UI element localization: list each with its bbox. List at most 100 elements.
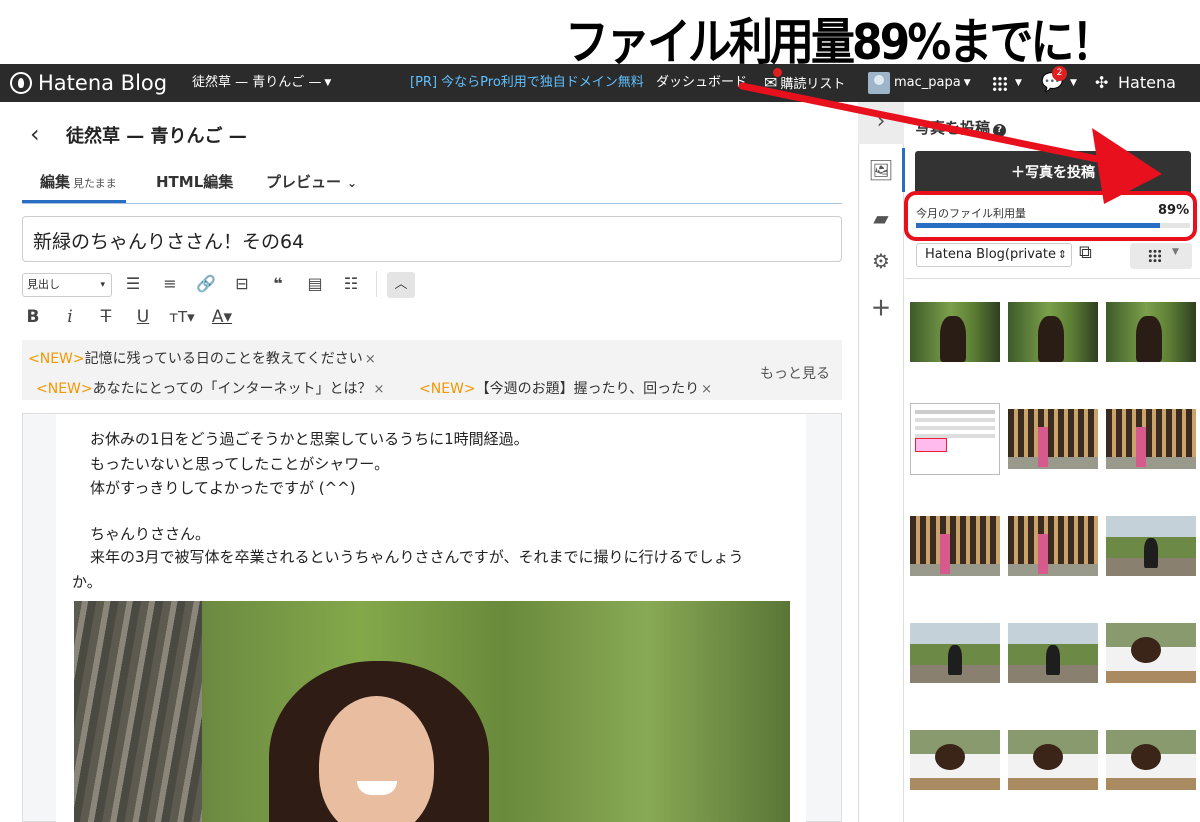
photo-thumbnail[interactable] (1106, 730, 1196, 790)
table-of-contents-icon[interactable]: ▤ (302, 272, 328, 296)
tab-edit[interactable]: 編集 見たまま (40, 171, 117, 192)
panel-divider (905, 278, 1200, 279)
tab-html[interactable]: HTML編集 (156, 171, 233, 192)
hatena-link[interactable]: Hatena (1118, 64, 1176, 102)
reading-list-label: 購読リスト (780, 77, 846, 92)
body-paragraph[interactable]: 来年の3月で被写体を卒業されるというちゃんりささんですが、それまでに撮りに行ける… (90, 546, 744, 567)
tab-preview[interactable]: プレビュー ⌄ (266, 171, 357, 192)
more-topics-link[interactable]: もっと見る (760, 363, 830, 383)
topic-new-badge: <NEW> (28, 351, 85, 367)
heading-select[interactable]: 見出し (22, 273, 112, 297)
link-icon[interactable]: 🔗 (193, 272, 219, 296)
collapse-toolbar-button[interactable]: ︿ (387, 272, 415, 298)
body-paragraph[interactable]: もったいないと思ってしたことがシャワー。 (90, 453, 389, 474)
photo-thumbnail[interactable] (1008, 409, 1098, 469)
annotation-highlight-box (904, 191, 1197, 241)
photo-thumbnail[interactable] (910, 623, 1000, 683)
upload-photo-button[interactable]: ＋写真を投稿 (915, 151, 1191, 195)
text-color-icon[interactable]: A▾ (206, 305, 238, 329)
body-paragraph[interactable]: お休みの1日をどう過ごそうかと思案しているうちに1時間経過。 (90, 428, 529, 449)
body-paragraph[interactable]: ちゃんりささん。 (90, 523, 210, 544)
notification-caret-icon[interactable]: ▼ (1067, 64, 1077, 102)
back-button[interactable]: ‹ (30, 120, 40, 148)
top-navbar: Hatena Blog 徒然草 — 青りんご — ▼ [PR] 今ならPro利用で… (0, 64, 1200, 102)
annotation-headline: ファイル利用量89%までに！ (565, 14, 1115, 72)
topic-item[interactable]: <NEW>記憶に残っている日のことを教えてください × (28, 348, 376, 368)
gear-icon[interactable]: ⚙ (858, 249, 904, 273)
photo-thumbnail[interactable] (910, 730, 1000, 790)
promo-link[interactable]: [PR] 今ならPro利用で独自ドメイン無料 (410, 64, 644, 102)
photo-thumbnail[interactable] (1008, 516, 1098, 576)
folder-icon[interactable]: ▰ (858, 206, 904, 230)
font-size-icon[interactable]: ᴛT▾ (166, 305, 198, 329)
dashboard-link[interactable]: ダッシュボード (656, 64, 747, 102)
collapse-sidebar-button[interactable]: › (858, 102, 904, 144)
topic-item[interactable]: <NEW>【今週のお題】握ったり、回ったり × (419, 378, 712, 398)
hatena-logo-icon: ✣ (1095, 73, 1109, 92)
photo-thumbnail[interactable] (910, 302, 1000, 362)
blog-title: 徒然草 — 青りんご — (66, 126, 247, 147)
topic-text: 【今週のお題】握ったり、回ったり (475, 381, 700, 397)
bullet-list-icon[interactable]: ☰ (120, 272, 146, 296)
reading-list-dot (773, 68, 782, 77)
hatena-blog-logo-icon[interactable] (10, 72, 32, 94)
topic-text: あなたにとっての「インターネット」とは？ (92, 381, 372, 397)
photo-thumbnail[interactable] (1106, 409, 1196, 469)
plus-icon[interactable]: ＋ (858, 292, 904, 321)
topic-new-badge: <NEW> (419, 381, 476, 397)
username: mac_papa (894, 75, 961, 90)
photo-thumbnail[interactable] (1106, 302, 1196, 362)
blog-select[interactable]: Hatena Blog(private) (916, 243, 1072, 267)
apps-grid-icon[interactable] (992, 76, 1008, 92)
bold-icon[interactable]: B (20, 305, 46, 329)
photo-thumbnail[interactable] (1008, 623, 1098, 683)
close-icon[interactable]: × (374, 382, 385, 397)
chevron-down-icon: ⌄ (347, 176, 358, 190)
tab-edit-sublabel: 見たまま (73, 177, 117, 190)
photo-thumbnail[interactable] (1106, 516, 1196, 576)
close-icon[interactable]: × (701, 382, 712, 397)
topic-item[interactable]: <NEW>あなたにとっての「インターネット」とは？ × (36, 378, 384, 398)
blog-menu[interactable]: 徒然草 — 青りんご — ▼ (192, 64, 331, 102)
notification-badge: 2 (1052, 66, 1067, 81)
footnote-icon[interactable]: ☷ (338, 272, 364, 296)
brand-logo[interactable]: Hatena Blog (38, 64, 167, 102)
avatar[interactable] (868, 72, 890, 94)
photo-icon[interactable]: 🖼 (858, 158, 904, 182)
photo-thumbnail[interactable] (910, 516, 1000, 576)
photo-thumbnail[interactable] (1008, 302, 1098, 362)
photo-thumbnail[interactable] (910, 403, 1000, 475)
chevron-down-icon: ▼ (963, 78, 971, 88)
entry-title-input[interactable]: 新緑のちゃんりささん！その64 (22, 216, 842, 262)
blog-menu-label: 徒然草 — 青りんご — (192, 75, 322, 90)
italic-icon[interactable]: i (57, 305, 83, 329)
panel-title-text: 写真を投稿 (915, 119, 991, 137)
panel-title: 写真を投稿? (915, 117, 1007, 138)
tab-preview-label: プレビュー (266, 173, 342, 191)
underline-icon[interactable]: U (130, 305, 156, 329)
chevron-down-icon: ▼ (1172, 247, 1179, 257)
more-separator-icon[interactable]: ⊟ (229, 272, 255, 296)
external-link-icon[interactable]: ⧉ (1079, 242, 1092, 263)
grid-view-icon (1148, 249, 1162, 263)
close-icon[interactable]: × (365, 352, 376, 367)
apps-caret-icon[interactable]: ▼ (1012, 64, 1022, 102)
view-toggle-button[interactable]: ▼ (1130, 243, 1192, 269)
topic-text: 記憶に残っている日のことを教えてください (84, 351, 363, 367)
photo-thumbnail[interactable] (1008, 730, 1098, 790)
topic-new-badge: <NEW> (36, 381, 93, 397)
tab-divider (22, 203, 842, 204)
photo-tree-trunk (74, 601, 202, 822)
numbered-list-icon[interactable]: ≡ (157, 272, 183, 296)
body-paragraph[interactable]: 体がすっきりしてよかったですが (^^) (90, 477, 356, 498)
toolbar-divider (376, 271, 377, 297)
photo-thumbnail[interactable] (1106, 623, 1196, 683)
tab-edit-label: 編集 (40, 173, 71, 191)
strikethrough-icon[interactable]: T (93, 305, 119, 329)
user-menu[interactable]: mac_papa ▼ (894, 64, 971, 102)
quote-icon[interactable]: ❝ (265, 272, 291, 296)
body-paragraph[interactable]: か。 (72, 571, 102, 592)
embedded-photo[interactable] (74, 601, 790, 822)
chevron-down-icon: ▼ (324, 78, 332, 88)
help-icon[interactable]: ? (993, 124, 1007, 137)
